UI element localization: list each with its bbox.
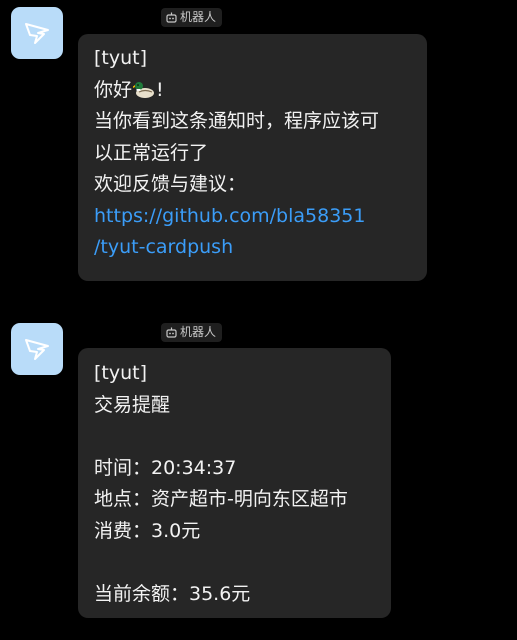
robot-tag: 机器人 [161,323,223,342]
current-balance: 当前余额：35.6元 [94,582,251,605]
transaction-time: 时间：20:34:37 [94,456,237,479]
message-header: [tyut] [94,362,148,384]
transaction-amount: 消费：3.0元 [94,519,201,542]
transaction-place: 地点：资产超市-明向东区超市 [94,488,348,510]
message-bubble[interactable]: [tyut] 交易提醒 时间：20:34:37 地点：资产超市-明向东区超市 消… [78,348,391,618]
dingtalk-bird-icon [25,339,49,360]
robot-icon [166,327,177,338]
message-2: 机器人 [tyut] 交易提醒 时间：20:34:37 地点：资产超市-明向东区… [0,0,517,640]
transaction-title: 交易提醒 [94,393,171,416]
bot-avatar[interactable] [11,323,63,375]
robot-tag-label: 机器人 [180,325,217,339]
